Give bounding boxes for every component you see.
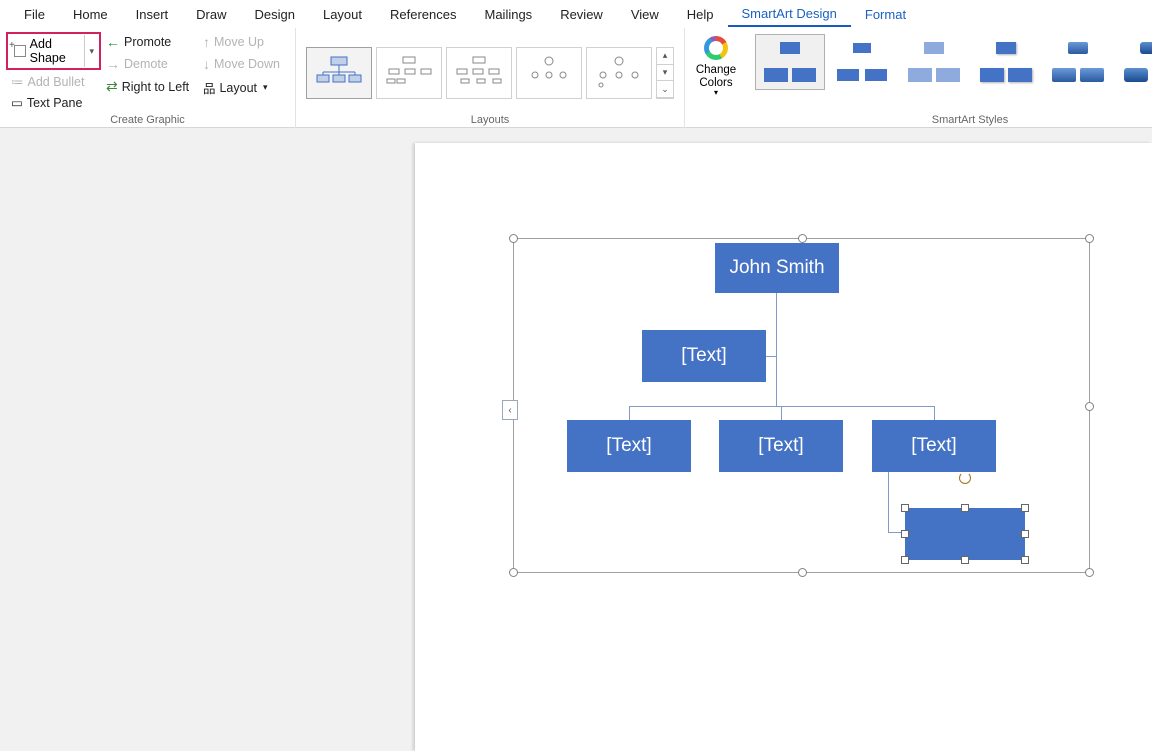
- shape-handle[interactable]: [1021, 530, 1029, 538]
- move-down-button: ↓Move Down: [198, 54, 289, 74]
- move-up-button: ↑Move Up: [198, 32, 289, 52]
- connector-line: [765, 356, 777, 357]
- tab-insert[interactable]: Insert: [122, 3, 183, 26]
- bullet-icon: ≔: [11, 74, 24, 89]
- style-option-1[interactable]: [755, 34, 825, 90]
- tab-file[interactable]: File: [10, 3, 59, 26]
- add-shape-dropdown[interactable]: ▾: [84, 35, 98, 67]
- arrow-down-icon: ↓: [203, 56, 210, 72]
- text-pane-button[interactable]: ▭Text Pane: [6, 93, 101, 112]
- rotate-handle[interactable]: [959, 472, 971, 484]
- layout-option-2[interactable]: [376, 47, 442, 99]
- org-box-child-3[interactable]: [Text]: [872, 420, 996, 472]
- style-option-3[interactable]: [899, 34, 969, 90]
- group-smartart-styles: SmartArt Styles: [747, 28, 1152, 128]
- layout-option-1[interactable]: [306, 47, 372, 99]
- shape-handle[interactable]: [901, 504, 909, 512]
- tab-review[interactable]: Review: [546, 3, 617, 26]
- shape-handle[interactable]: [901, 556, 909, 564]
- add-shape-button[interactable]: Add Shape ▾: [6, 32, 101, 70]
- group-create-graphic: Add Shape ▾ ≔Add Bullet ▭Text Pane ←Prom…: [0, 28, 296, 128]
- connector-line: [781, 406, 782, 421]
- shape-handle[interactable]: [901, 530, 909, 538]
- connector-line: [629, 406, 630, 421]
- connector-line: [934, 406, 935, 421]
- style-option-2[interactable]: [827, 34, 897, 90]
- tab-help[interactable]: Help: [673, 3, 728, 26]
- style-option-4[interactable]: [971, 34, 1041, 90]
- tab-view[interactable]: View: [617, 3, 673, 26]
- tab-home[interactable]: Home: [59, 3, 122, 26]
- org-box-top[interactable]: John Smith: [715, 243, 839, 293]
- document-area: John Smith [Text] [Text] [Text] [Text] ‹: [0, 128, 1152, 751]
- tab-design[interactable]: Design: [241, 3, 309, 26]
- arrow-up-icon: ↑: [203, 34, 210, 50]
- change-colors-button[interactable]: Change Colors ▾: [691, 32, 741, 98]
- group-label-styles: SmartArt Styles: [747, 114, 1152, 128]
- text-pane-toggle[interactable]: ‹: [502, 400, 518, 420]
- frame-handle[interactable]: [1085, 568, 1094, 577]
- frame-handle[interactable]: [509, 234, 518, 243]
- tab-mailings[interactable]: Mailings: [471, 3, 547, 26]
- tab-references[interactable]: References: [376, 3, 470, 26]
- org-box-new-selected[interactable]: [905, 508, 1025, 560]
- group-layouts: ▴▾⌄ Layouts: [296, 28, 685, 128]
- group-label-layouts: Layouts: [296, 114, 684, 128]
- shape-handle[interactable]: [961, 504, 969, 512]
- right-to-left-button[interactable]: ⇄Right to Left: [101, 76, 198, 97]
- frame-handle[interactable]: [798, 568, 807, 577]
- frame-handle[interactable]: [1085, 402, 1094, 411]
- demote-button: →Demote: [101, 54, 198, 74]
- tab-draw[interactable]: Draw: [182, 3, 240, 26]
- tab-smartart-design[interactable]: SmartArt Design: [728, 2, 851, 27]
- arrow-left-icon: ←: [106, 34, 120, 50]
- style-option-6[interactable]: [1115, 34, 1152, 90]
- shape-handle[interactable]: [1021, 556, 1029, 564]
- menu-tabs: File Home Insert Draw Design Layout Refe…: [0, 0, 1152, 28]
- org-box-child-1[interactable]: [Text]: [567, 420, 691, 472]
- ribbon: Add Shape ▾ ≔Add Bullet ▭Text Pane ←Prom…: [0, 28, 1152, 128]
- layout-button[interactable]: 品Layout▾: [198, 76, 289, 99]
- group-label-create-graphic: Create Graphic: [0, 114, 295, 128]
- connector-line: [776, 293, 777, 406]
- color-wheel-icon: [704, 36, 728, 60]
- layout-icon: 品: [203, 78, 216, 97]
- frame-handle[interactable]: [1085, 234, 1094, 243]
- arrow-right-icon: →: [106, 56, 120, 72]
- tab-layout[interactable]: Layout: [309, 3, 376, 26]
- layout-gallery-scroll[interactable]: ▴▾⌄: [656, 47, 674, 99]
- org-box-assistant[interactable]: [Text]: [642, 330, 766, 382]
- text-pane-icon: ▭: [11, 95, 23, 110]
- layout-option-5[interactable]: [586, 47, 652, 99]
- frame-handle[interactable]: [798, 234, 807, 243]
- add-bullet-button: ≔Add Bullet: [6, 72, 101, 91]
- layout-option-4[interactable]: [516, 47, 582, 99]
- page[interactable]: John Smith [Text] [Text] [Text] [Text]: [415, 143, 1152, 751]
- add-shape-icon: [14, 45, 26, 57]
- promote-button[interactable]: ←Promote: [101, 32, 198, 52]
- connector-line: [888, 472, 889, 532]
- group-change-colors: Change Colors ▾: [685, 28, 747, 128]
- shape-handle[interactable]: [961, 556, 969, 564]
- tab-format[interactable]: Format: [851, 3, 920, 26]
- style-option-5[interactable]: [1043, 34, 1113, 90]
- swap-icon: ⇄: [106, 78, 118, 95]
- shape-handle[interactable]: [1021, 504, 1029, 512]
- layout-option-3[interactable]: [446, 47, 512, 99]
- connector-line: [629, 406, 935, 407]
- frame-handle[interactable]: [509, 568, 518, 577]
- org-box-child-2[interactable]: [Text]: [719, 420, 843, 472]
